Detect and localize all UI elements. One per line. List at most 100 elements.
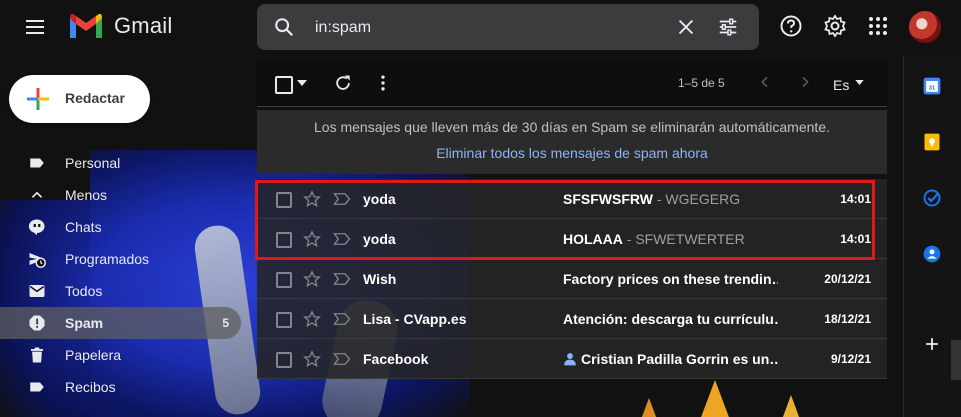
email-date: 14:01 [840,192,871,206]
email-snippet: - SFWETWERTER [622,231,745,247]
importance-marker-icon[interactable] [333,312,351,326]
settings-icon[interactable] [823,14,847,38]
row-checkbox[interactable] [276,192,292,208]
email-subject: Cristian Padilla Gorrin es un… [581,351,778,367]
sidebar-item-recibos[interactable]: Recibos [0,371,245,403]
app-name: Gmail [114,13,173,38]
sidebar-item-programados[interactable]: Programados [0,243,245,275]
contacts-icon[interactable] [922,244,942,264]
refresh-icon[interactable] [333,73,353,93]
email-snippet: - WGEGERG [652,191,741,207]
add-icon[interactable] [922,334,942,354]
sidebar-item-label: Programados [65,251,150,267]
sidebar-item-label: Spam [65,315,104,331]
email-subject-line: Atención: descarga tu currículu… [563,311,778,327]
star-icon[interactable] [303,190,321,208]
email-row[interactable]: yoda HOLAAA - SFWETWERTER 14:01 [257,219,887,259]
apps-icon[interactable] [866,14,890,38]
input-language-selector[interactable]: Es [833,77,849,93]
chevron-down-icon[interactable] [855,80,864,85]
email-row[interactable]: yoda SFSFWSFRW - WGEGERG 14:01 [257,179,887,219]
sidebar-item-personal[interactable]: Personal [0,147,245,179]
keep-icon[interactable] [922,132,942,152]
row-checkbox[interactable] [276,312,292,328]
chat-icon [28,219,45,236]
email-date: 20/12/21 [824,272,871,286]
sidebar-item-chats[interactable]: Chats [0,211,245,243]
search-bar[interactable] [257,4,759,50]
importance-marker-icon[interactable] [333,232,351,246]
spam-icon [29,315,45,331]
search-icon[interactable] [273,16,295,38]
email-date: 14:01 [840,232,871,246]
email-subject-line: HOLAAA - SFWETWERTER [563,231,778,247]
search-options-icon[interactable] [717,16,739,38]
select-dropdown-icon[interactable] [297,80,307,86]
scrollbar[interactable] [951,340,961,380]
star-icon[interactable] [303,270,321,288]
sidebar-item-label: Papelera [65,347,122,363]
tasks-icon[interactable] [922,188,942,208]
star-icon[interactable] [303,230,321,248]
email-subject: HOLAAA [563,231,623,247]
sidebar-item-label: Menos [65,187,108,203]
chevron-left-icon[interactable] [757,74,773,90]
spam-notice-message: Los mensajes que lleven más de 30 días e… [314,119,830,135]
chevron-right-icon[interactable] [797,74,813,90]
plus-icon [27,88,49,110]
top-bar: Gmail [0,0,961,55]
gmail-logo[interactable]: Gmail [68,12,172,40]
row-checkbox[interactable] [276,272,292,288]
sidebar-item-label: Chats [65,219,102,235]
calendar-icon[interactable]: 31 [922,76,942,96]
star-icon[interactable] [303,350,321,368]
select-all-checkbox[interactable] [275,76,293,94]
sidebar-item-menos[interactable]: Menos [0,179,245,211]
menu-icon[interactable] [23,17,51,39]
svg-text:31: 31 [929,85,936,91]
row-checkbox[interactable] [276,352,292,368]
compose-button[interactable]: Redactar [9,75,150,123]
delete-all-spam-link[interactable]: Eliminar todos los mensajes de spam ahor… [257,145,887,161]
sidebar: Personal Menos Chats Programados Todos S… [0,147,245,403]
label-icon [30,158,44,168]
importance-marker-icon[interactable] [333,352,351,366]
help-icon[interactable] [779,14,803,38]
person-icon [564,353,576,366]
search-input[interactable] [313,16,677,40]
email-sender: Lisa - CVapp.es [363,311,467,327]
email-row[interactable]: Wish Factory prices on these trendin… 20… [257,259,887,299]
email-subject: SFSFWSFRW [563,191,653,207]
sidebar-item-papelera[interactable]: Papelera [0,339,245,371]
email-sender: Wish [363,271,397,287]
unread-count-badge: 5 [222,316,229,330]
email-subject-line: Factory prices on these trendin… [563,271,778,287]
email-list: yoda SFSFWSFRW - WGEGERG 14:01 yoda HOLA… [257,179,887,379]
email-subject-line: SFSFWSFRW - WGEGERG [563,191,778,207]
sidebar-item-label: Personal [65,155,121,171]
sidebar-item-label: Todos [65,283,103,299]
sidebar-item-spam[interactable]: Spam 5 [0,307,241,339]
list-toolbar: 1–5 de 5 Es [257,60,887,106]
sidebar-item-label: Recibos [65,379,116,395]
email-sender: yoda [363,231,396,247]
email-row[interactable]: Lisa - CVapp.es Atención: descarga tu cu… [257,299,887,339]
avatar[interactable] [909,11,941,43]
sidebar-item-todos[interactable]: Todos [0,275,245,307]
scheduled-icon [29,253,46,268]
email-subject: Factory prices on these trendin… [563,271,778,287]
chevron-up-icon [31,191,43,198]
compose-label: Redactar [65,90,125,106]
star-icon[interactable] [303,310,321,328]
email-subject-line: Cristian Padilla Gorrin es un… [563,351,778,367]
email-date: 9/12/21 [830,352,871,366]
gmail-m-icon [70,13,102,38]
importance-marker-icon[interactable] [333,272,351,286]
clear-search-icon[interactable] [675,16,697,38]
importance-marker-icon[interactable] [333,192,351,206]
email-row[interactable]: Facebook Cristian Padilla Gorrin es un… … [257,339,887,379]
email-date: 18/12/21 [824,312,871,326]
spam-notice: Los mensajes que lleven más de 30 días e… [257,110,887,174]
row-checkbox[interactable] [276,232,292,248]
more-options-icon[interactable] [373,73,393,93]
